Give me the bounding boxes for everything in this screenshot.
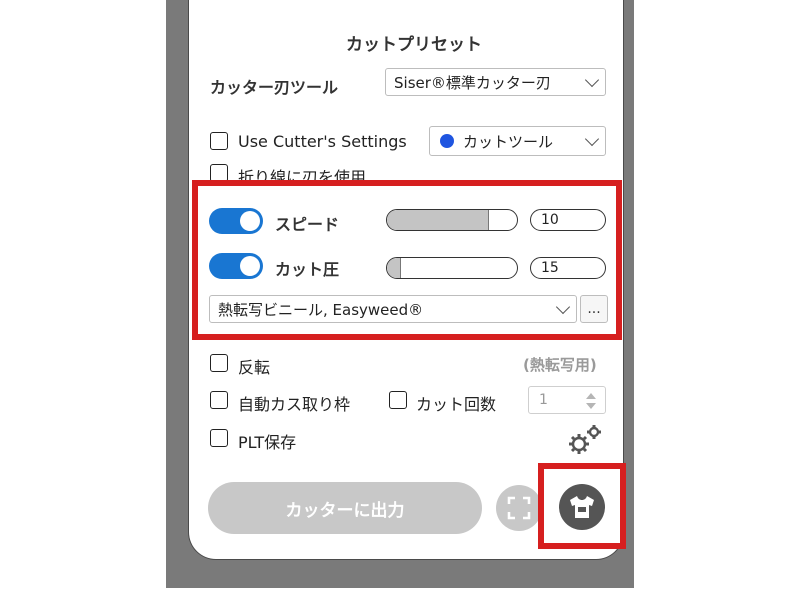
frame-select-button[interactable] [496, 485, 542, 531]
speed-value-field[interactable]: 10 [530, 209, 606, 231]
speed-toggle[interactable] [209, 208, 263, 234]
cut-count-label: カット回数 [416, 395, 497, 414]
cutter-tool-select[interactable]: Siser®標準カッター刃 [385, 68, 606, 96]
chevron-down-icon [555, 299, 571, 315]
cutter-tool-label: カッター刃ツール [210, 78, 339, 97]
stepper-arrows-icon[interactable] [585, 391, 597, 411]
tool-type-select[interactable]: カットツール [429, 126, 606, 156]
settings-gears-icon[interactable] [566, 424, 604, 456]
chevron-down-icon [584, 131, 600, 147]
speed-label: スピード [275, 215, 340, 234]
material-more-button[interactable]: ... [580, 295, 608, 323]
pressure-slider-fill [387, 258, 401, 278]
speed-slider-fill [387, 210, 490, 230]
pressure-toggle[interactable] [209, 253, 263, 279]
fold-line-row: 折り線に刃を使用 [205, 164, 405, 180]
material-value: 熱転写ビニール, Easyweed® [218, 300, 424, 319]
speed-slider[interactable] [386, 209, 518, 231]
auto-frame-label: 自動カス取り枠 [238, 395, 351, 414]
cut-count-stepper[interactable]: 1 [528, 386, 606, 414]
use-cutter-settings-label: Use Cutter's Settings [238, 132, 407, 151]
frame-corners-icon [507, 496, 531, 520]
cut-count-value: 1 [539, 392, 548, 408]
t-shirt-icon [570, 496, 594, 518]
reverse-checkbox[interactable] [210, 354, 228, 372]
cutter-tool-value: Siser®標準カッター刃 [394, 73, 551, 92]
plt-save-checkbox[interactable] [210, 429, 228, 447]
material-select[interactable]: 熱転写ビニール, Easyweed® [209, 295, 577, 323]
cut-count-checkbox[interactable] [389, 391, 407, 409]
heat-transfer-shirt-button[interactable] [559, 484, 605, 530]
pressure-value-field[interactable]: 15 [530, 257, 606, 279]
fold-line-checkbox[interactable] [210, 164, 228, 180]
tool-color-dot [440, 134, 454, 148]
reverse-note: (熱転写用) [523, 356, 597, 374]
chevron-down-icon [584, 72, 600, 88]
use-cutter-settings-checkbox[interactable] [210, 132, 228, 150]
output-to-cutter-button[interactable]: カッターに出力 [208, 482, 482, 534]
reverse-label: 反転 [238, 358, 271, 377]
plt-save-label: PLT保存 [238, 433, 297, 452]
tool-type-value: カットツール [463, 132, 554, 151]
panel-title: カットプリセット [346, 35, 482, 55]
pressure-label: カット圧 [275, 260, 340, 279]
toggle-knob [240, 256, 260, 276]
pressure-slider[interactable] [386, 257, 518, 279]
toggle-knob [240, 211, 260, 231]
auto-frame-checkbox[interactable] [210, 391, 228, 409]
fold-line-label: 折り線に刃を使用 [238, 168, 367, 180]
